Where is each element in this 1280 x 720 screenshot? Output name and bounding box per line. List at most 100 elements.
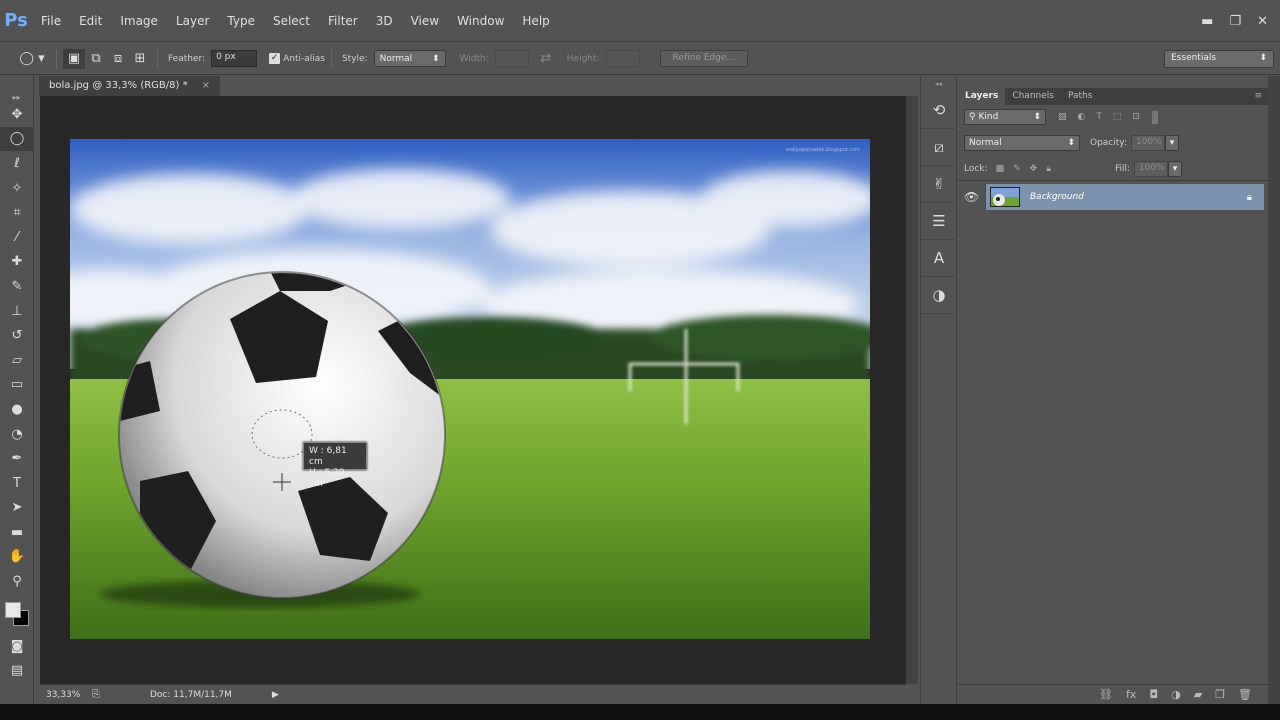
menu-3d[interactable]: 3D: [367, 1, 402, 41]
restore-icon[interactable]: ❐: [1229, 14, 1241, 29]
menu-view[interactable]: View: [402, 1, 448, 41]
elliptical-marquee-preset-icon[interactable]: ◯ ▾: [14, 49, 50, 69]
color-swatches[interactable]: [0, 594, 34, 634]
lock-image-icon[interactable]: ✎: [1013, 164, 1021, 174]
lasso-tool-icon[interactable]: ℓ: [0, 151, 34, 176]
lock-transparent-icon[interactable]: ▩: [996, 164, 1005, 174]
minimize-icon[interactable]: ▬: [1201, 14, 1213, 29]
blend-mode-select[interactable]: Normal ⬍: [964, 135, 1080, 151]
pen-tool-icon[interactable]: ✒: [0, 446, 34, 471]
clone-stamp-tool-icon[interactable]: ⊥: [0, 299, 34, 324]
filter-type-icon[interactable]: T: [1096, 112, 1102, 122]
status-menu-arrow-icon[interactable]: ▶: [272, 690, 279, 700]
quick-mask-icon[interactable]: ◙: [0, 634, 34, 659]
brush-panel-icon[interactable]: ✌: [921, 166, 957, 203]
lock-position-icon[interactable]: ✥: [1030, 164, 1038, 174]
eraser-tool-icon[interactable]: ▱: [0, 348, 34, 373]
style-select[interactable]: Normal ⬍: [373, 50, 446, 67]
history-brush-tool-icon[interactable]: ↺: [0, 323, 34, 348]
lock-all-icon[interactable]: 🔒︎: [1046, 164, 1051, 174]
layer-row-background[interactable]: Background 🔒︎: [986, 184, 1264, 210]
export-icon[interactable]: ⎘: [92, 689, 100, 700]
filter-smart-object-icon[interactable]: ⊡: [1132, 112, 1140, 122]
move-tool-icon[interactable]: ✥: [0, 102, 34, 127]
panel-collapse-icon[interactable]: ◂◂: [921, 76, 956, 92]
document-image[interactable]: wallpaperswide.blogspot.com: [70, 139, 870, 639]
refine-edge-button[interactable]: Refine Edge...: [659, 50, 748, 67]
link-layers-icon[interactable]: ⛓: [1099, 688, 1113, 701]
menu-window[interactable]: Window: [448, 1, 513, 41]
collapsed-panels: ◂◂ ⟲ ⧄ ✌ ☰ A ◑: [920, 76, 957, 704]
styles-panel-icon[interactable]: ◑: [921, 277, 957, 314]
add-mask-icon[interactable]: ◘: [1149, 688, 1158, 701]
height-input[interactable]: [605, 50, 640, 67]
blur-tool-icon[interactable]: ●: [0, 397, 34, 422]
vertical-scrollbar[interactable]: [906, 96, 918, 684]
subtract-selection-icon[interactable]: ⧈: [107, 49, 129, 69]
opacity-input[interactable]: 100%: [1131, 135, 1165, 151]
opacity-dropdown-icon[interactable]: ▾: [1165, 135, 1179, 151]
feather-input[interactable]: 0 px: [211, 50, 258, 67]
properties-panel-icon[interactable]: ☰: [921, 203, 957, 240]
new-selection-icon[interactable]: ▣: [63, 48, 85, 69]
menu-select[interactable]: Select: [264, 1, 319, 41]
type-tool-icon[interactable]: T: [0, 471, 34, 496]
menu-edit[interactable]: Edit: [70, 1, 111, 41]
zoom-level[interactable]: 33,33%: [46, 690, 86, 700]
adjustment-layer-icon[interactable]: ◑: [1171, 688, 1181, 701]
layers-scrollbar[interactable]: [1268, 76, 1280, 704]
new-group-icon[interactable]: ▰: [1194, 688, 1202, 701]
menu-image[interactable]: Image: [111, 1, 167, 41]
history-panel-icon[interactable]: ⟲: [921, 92, 957, 129]
visibility-eye-icon[interactable]: 👁︎: [958, 184, 986, 210]
panel-menu-icon[interactable]: ≡: [1254, 88, 1268, 105]
hand-tool-icon[interactable]: ✋: [0, 545, 34, 570]
intersect-selection-icon[interactable]: ⊞: [129, 49, 151, 69]
character-panel-icon[interactable]: A: [921, 240, 957, 277]
path-selection-tool-icon[interactable]: ➤: [0, 496, 34, 521]
fx-icon[interactable]: fx: [1126, 688, 1136, 701]
crop-tool-icon[interactable]: ⌗: [0, 200, 34, 225]
dodge-tool-icon[interactable]: ◔: [0, 422, 34, 447]
tab-layers[interactable]: Layers: [958, 88, 1006, 105]
eyedropper-tool-icon[interactable]: ⁄: [0, 225, 34, 250]
close-icon[interactable]: ✕: [1257, 14, 1268, 29]
new-layer-icon[interactable]: ❐: [1215, 688, 1225, 701]
workspace-select[interactable]: Essentials ⬍: [1164, 50, 1274, 68]
width-input[interactable]: [494, 50, 529, 67]
swap-icon[interactable]: ⇄: [535, 49, 557, 69]
antialias-checkbox[interactable]: ✓ Anti-alias: [269, 53, 325, 64]
zoom-tool-icon[interactable]: ⚲: [0, 569, 34, 594]
screen-mode-icon[interactable]: ▤: [0, 658, 34, 683]
filter-toggle-icon[interactable]: [1151, 110, 1158, 124]
menu-filter[interactable]: Filter: [319, 1, 367, 41]
brush-tool-icon[interactable]: ✎: [0, 274, 34, 299]
fill-input[interactable]: 100%: [1134, 161, 1168, 177]
filter-kind-select[interactable]: ⚲ Kind ⬍: [964, 109, 1046, 125]
gradient-tool-icon[interactable]: ▭: [0, 373, 34, 398]
close-icon[interactable]: ×: [202, 76, 210, 96]
document-tab[interactable]: bola.jpg @ 33,3% (RGB/8) * ×: [39, 76, 220, 96]
antialias-label: Anti-alias: [283, 53, 325, 64]
foreground-color-swatch[interactable]: [5, 601, 21, 618]
tools-collapse-icon[interactable]: ▸▸: [0, 76, 33, 102]
tab-paths[interactable]: Paths: [1061, 88, 1099, 105]
healing-brush-tool-icon[interactable]: ✚: [0, 250, 34, 275]
filter-pixel-icon[interactable]: ▨: [1058, 112, 1067, 122]
layers-filter-row: ⚲ Kind ⬍ ▨ ◐ T ⬚ ⊡: [958, 109, 1268, 125]
magic-wand-tool-icon[interactable]: ✧: [0, 176, 34, 201]
tab-channels[interactable]: Channels: [1005, 88, 1061, 105]
fill-dropdown-icon[interactable]: ▾: [1168, 161, 1182, 177]
menu-help[interactable]: Help: [513, 1, 558, 41]
menu-file[interactable]: File: [32, 1, 70, 41]
filter-adjustment-icon[interactable]: ◐: [1078, 112, 1086, 122]
menu-layer[interactable]: Layer: [167, 1, 218, 41]
add-to-selection-icon[interactable]: ⧉: [85, 49, 107, 69]
search-icon: ⚲: [969, 112, 976, 122]
delete-layer-icon[interactable]: 🗑︎: [1238, 688, 1252, 701]
elliptical-marquee-tool-icon[interactable]: ◯: [0, 126, 34, 152]
rectangle-tool-icon[interactable]: ▬: [0, 520, 34, 545]
filter-shape-icon[interactable]: ⬚: [1113, 112, 1122, 122]
adjust-panel-icon[interactable]: ⧄: [921, 129, 957, 166]
menu-type[interactable]: Type: [218, 1, 264, 41]
